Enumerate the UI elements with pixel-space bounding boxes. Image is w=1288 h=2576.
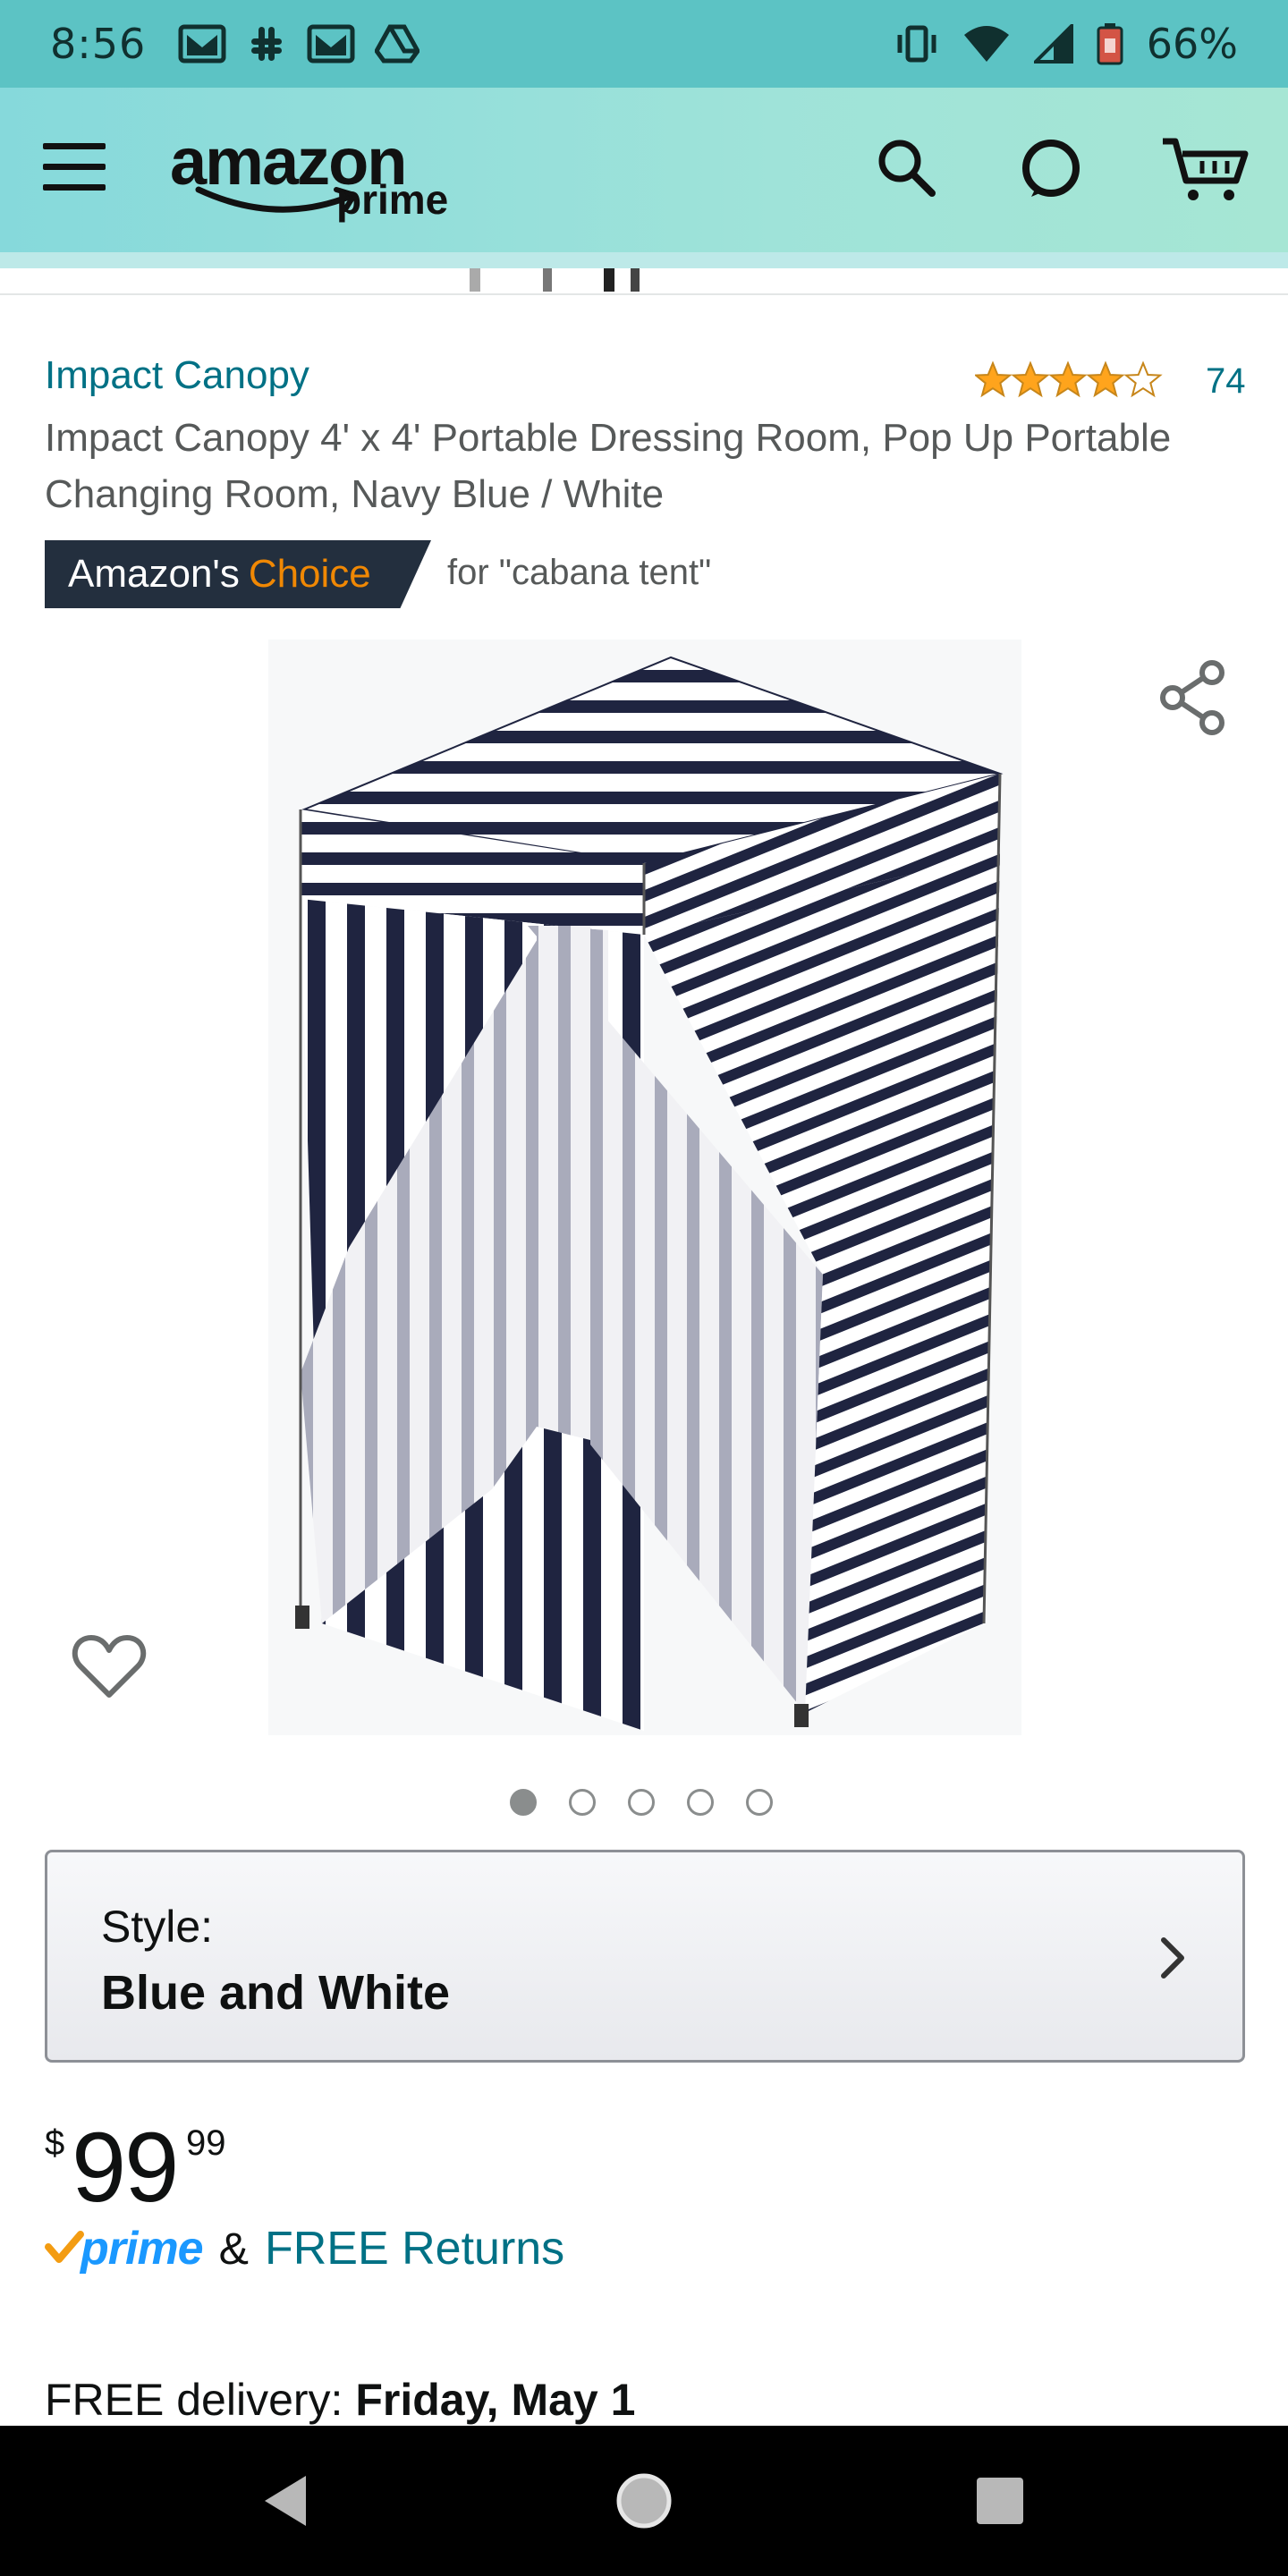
price-fraction: 99 (186, 2123, 226, 2163)
brand-link[interactable]: Impact Canopy (45, 353, 309, 398)
home-button[interactable] (555, 2426, 733, 2576)
heart-icon[interactable] (72, 1632, 147, 1700)
carousel-dot[interactable] (510, 1789, 537, 1816)
logo-prime: prime (336, 176, 449, 223)
gmail-icon (307, 24, 355, 64)
status-bar: 8:56 66% (0, 0, 1288, 88)
amazons-choice-badge: Amazon's Choice (45, 540, 431, 608)
share-icon[interactable] (1158, 660, 1230, 735)
style-selector[interactable]: Style: Blue and White (45, 1850, 1245, 2063)
image-carousel-dots (510, 1789, 773, 1816)
home-icon (616, 2473, 672, 2529)
badge-prefix: Amazon's (68, 552, 240, 596)
star-rating-icon (975, 362, 1161, 396)
prime-logo: prime (45, 2222, 204, 2275)
badge-keyword: for "cabana tent" (447, 553, 712, 592)
header-shadow (0, 252, 1288, 268)
app-header: amazon prime (0, 88, 1288, 252)
search-icon[interactable] (873, 134, 941, 202)
prime-row: prime & FREE Returns (45, 2222, 564, 2275)
style-value: Blue and White (101, 1966, 450, 2020)
delivery-info: FREE delivery: Friday, May 1 (45, 2374, 635, 2426)
divider (0, 293, 1288, 295)
prime-check-icon (45, 2231, 84, 2263)
chevron-right-icon (1161, 1937, 1184, 1979)
price-symbol: $ (45, 2123, 65, 2163)
free-returns-link[interactable]: FREE Returns (265, 2222, 564, 2275)
recents-icon (977, 2478, 1023, 2524)
vibrate-icon (897, 25, 936, 63)
notification-icons (178, 23, 420, 64)
alexa-icon[interactable] (1017, 134, 1085, 202)
recents-button[interactable] (911, 2426, 1089, 2576)
slack-icon (251, 27, 283, 61)
status-time: 8:56 (50, 20, 147, 68)
carousel-dot[interactable] (628, 1789, 655, 1816)
signal-icon (1033, 24, 1073, 64)
rating-stars[interactable] (975, 360, 1165, 399)
product-image[interactable] (268, 640, 1021, 1735)
rating-count[interactable]: 74 (1206, 361, 1246, 402)
delivery-label: FREE delivery: (45, 2375, 343, 2425)
wifi-icon (963, 26, 1009, 62)
ampersand: & (218, 2224, 249, 2274)
amazon-prime-logo[interactable]: amazon prime (170, 123, 492, 223)
prime-word: prime (80, 2223, 204, 2275)
previous-image-edge (470, 268, 640, 292)
back-button[interactable] (197, 2426, 376, 2576)
tent-image (295, 656, 1004, 1731)
drive-icon (375, 24, 420, 64)
carousel-dot[interactable] (569, 1789, 596, 1816)
carousel-dot[interactable] (687, 1789, 714, 1816)
cart-icon[interactable] (1159, 134, 1252, 206)
system-icons: 66% (894, 20, 1238, 68)
battery-percent: 66% (1146, 20, 1238, 68)
price-whole: 99 (72, 2113, 179, 2223)
carousel-dot[interactable] (746, 1789, 773, 1816)
gmail-icon (178, 24, 226, 64)
badge-highlight: Choice (248, 552, 371, 596)
battery-icon (1097, 23, 1123, 65)
system-nav-bar (0, 2426, 1288, 2576)
style-label: Style: (101, 1902, 214, 1952)
back-icon (265, 2476, 306, 2526)
product-title: Impact Canopy 4' x 4' Portable Dressing … (45, 416, 1172, 516)
delivery-date: Friday, May 1 (355, 2375, 636, 2425)
menu-icon[interactable] (43, 143, 106, 197)
